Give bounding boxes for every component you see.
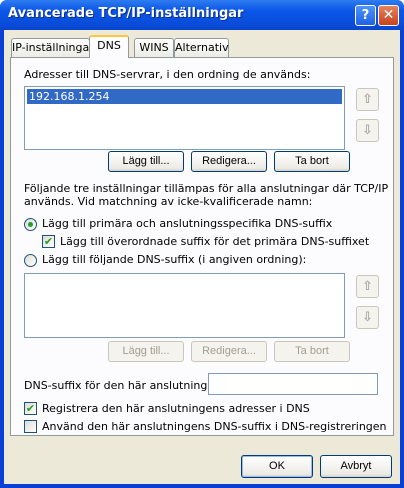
ok-button[interactable]: OK [241,455,313,478]
close-button[interactable]: ✕ [378,5,399,26]
move-up-button: ⇧ [356,88,379,111]
arrow-up-icon: ⇧ [362,279,373,294]
suffix-move-down-button: ⇩ [356,306,379,329]
arrow-down-icon: ⇩ [362,123,373,138]
checkbox-register-dns-label[interactable]: Registrera den här anslutningens adresse… [42,402,310,415]
connection-suffix-input[interactable] [208,373,378,395]
window-bottom-border [0,484,404,488]
checkbox-parent-suffix-label[interactable]: Lägg till överordnade suffix för det pri… [60,235,369,248]
checkbox-parent-suffix[interactable]: ✔ [42,235,55,248]
info-text-line2: används. Vid matchning av icke-kvalifice… [24,195,313,208]
suffix-move-up-button: ⇧ [356,275,379,298]
checkbox-use-suffix-registration[interactable] [24,420,37,433]
help-button[interactable]: ? [355,5,376,26]
dialog-window: Avancerade TCP/IP-inställningar ? ✕ IP-i… [0,0,404,488]
checkbox-use-suffix-registration-label[interactable]: Använd den här anslutningens DNS-suffix … [42,420,387,433]
radio-primary-suffix[interactable] [24,218,37,231]
remove-suffix-button[interactable]: Ta bort [274,341,350,362]
tab-dns[interactable]: DNS [89,35,129,58]
add-dns-server-button[interactable]: Lägg till... [108,151,184,172]
arrow-up-icon: ⇧ [362,92,373,107]
edit-dns-server-button[interactable]: Redigera... [191,151,267,172]
dns-suffix-list[interactable] [24,273,345,338]
edit-suffix-button[interactable]: Redigera... [191,341,267,362]
tab-alternativ[interactable]: Alternativ [174,38,229,57]
connection-suffix-label: DNS-suffix för den här anslutningen: [24,379,225,392]
info-text-line1: Följande tre inställningar tillämpas för… [24,182,389,195]
radio-suffix-list-label[interactable]: Lägg till följande DNS-suffix (i angiven… [42,253,306,266]
checkmark-icon: ✔ [25,402,36,415]
radio-primary-suffix-label[interactable]: Lägg till primära och anslutningsspecifi… [42,217,332,230]
window-title: Avancerade TCP/IP-inställningar [8,6,244,21]
radio-suffix-list[interactable] [24,254,37,267]
checkmark-icon: ✔ [43,235,54,248]
dialog-client-area: IP-inställningar DNS WINS Alternativ Adr… [4,30,400,484]
arrow-down-icon: ⇩ [362,310,373,325]
remove-dns-server-button[interactable]: Ta bort [274,151,350,172]
move-down-button: ⇩ [356,119,379,142]
tab-ip-settings[interactable]: IP-inställningar [11,38,94,57]
tab-wins[interactable]: WINS [134,38,174,57]
title-bar[interactable]: Avancerade TCP/IP-inställningar ? ✕ [0,0,404,30]
dns-servers-label: Adresser till DNS-servrar, i den ordning… [24,68,311,81]
dns-tab-panel: Adresser till DNS-servrar, i den ordning… [10,57,394,436]
add-suffix-button[interactable]: Lägg till... [108,341,184,362]
dns-servers-list[interactable]: 192.168.1.254 [24,86,345,150]
cancel-button[interactable]: Avbryt [320,455,392,478]
radio-selected-dot [28,222,33,227]
checkbox-register-dns[interactable]: ✔ [24,402,37,415]
dns-server-item[interactable]: 192.168.1.254 [27,89,342,104]
